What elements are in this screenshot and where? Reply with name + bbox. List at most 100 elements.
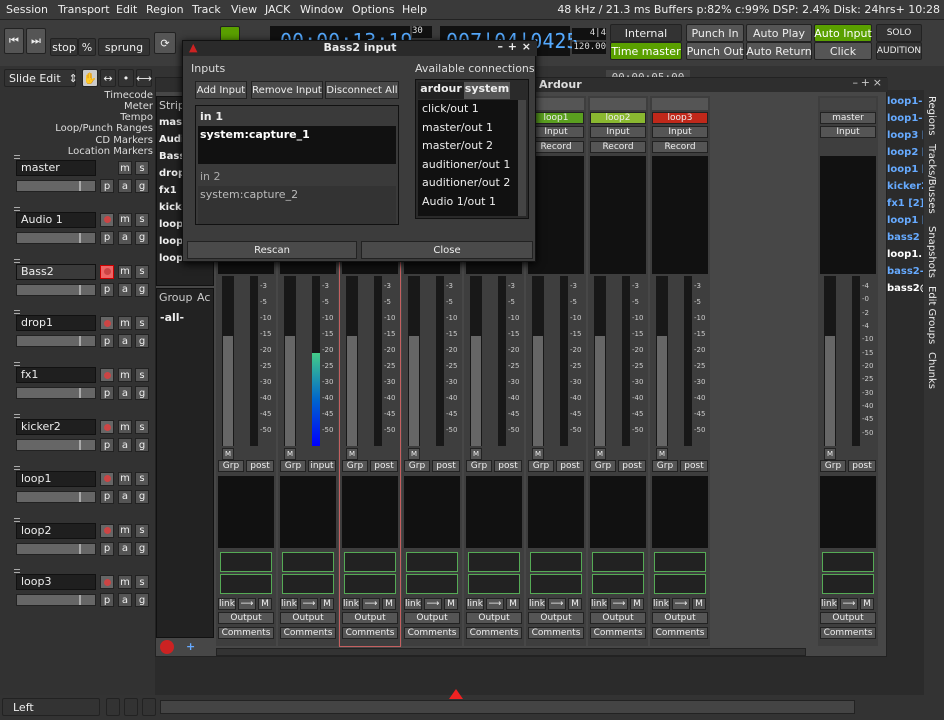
audition-indicator[interactable]: AUDITION [876, 42, 922, 60]
region-item[interactable]: bass2 [1] [887, 232, 923, 243]
zoom-button-3[interactable] [142, 698, 156, 716]
track-name[interactable]: kicker2 [16, 419, 96, 435]
maximize-icon[interactable]: + [861, 76, 870, 89]
record-enable-button[interactable] [100, 420, 114, 434]
automation-button[interactable]: a [118, 438, 132, 452]
strip-plugin-box[interactable] [820, 156, 876, 274]
strip-comments-button[interactable]: Comments [404, 627, 460, 639]
strip-meter-point-button[interactable]: post [556, 460, 584, 472]
resize-handle-icon[interactable] [14, 517, 20, 522]
strip-output-button[interactable]: Output [528, 612, 584, 624]
strip-comments-button[interactable]: Comments [590, 627, 646, 639]
auto-return-button[interactable]: Auto Return [746, 42, 812, 60]
pan-knob[interactable] [592, 552, 644, 572]
connection-item[interactable]: Audio 1/out 1 [418, 195, 514, 213]
meter-point-button[interactable]: M [408, 448, 420, 460]
solo-button[interactable]: s [135, 368, 149, 383]
solo-indicator[interactable]: SOLO [876, 24, 922, 42]
add-input-button[interactable]: Add Input [195, 81, 247, 99]
zoom-tool-button[interactable]: ⟷ [136, 69, 152, 87]
meter-point-button[interactable]: M [594, 448, 606, 460]
region-item[interactable]: fx1 [2] [887, 198, 923, 209]
region-item[interactable]: loop1 [2] [887, 164, 923, 175]
meter-point-button[interactable]: M [656, 448, 668, 460]
strip-comments-button[interactable]: Comments [466, 627, 522, 639]
pan-direction-icon[interactable]: ⟶ [548, 598, 566, 610]
track-gain-slider[interactable] [16, 490, 96, 503]
group-button[interactable]: g [135, 334, 149, 349]
track-name[interactable]: loop2 [16, 522, 96, 539]
strip-list-item[interactable]: loop [159, 253, 183, 264]
mute-button[interactable]: m [118, 575, 132, 590]
strip-output-button[interactable]: Output [466, 612, 522, 624]
strip-list-item[interactable]: loop [159, 219, 183, 230]
port-in2[interactable]: in 2 [200, 170, 221, 183]
remove-input-button[interactable]: Remove Input [251, 81, 323, 99]
track-header[interactable]: Audio 1 ms pag [14, 211, 150, 258]
solo-button[interactable]: s [135, 523, 149, 538]
record-enable-button[interactable] [100, 368, 114, 383]
sprung-button[interactable]: sprung [98, 38, 150, 56]
solo-button[interactable]: s [135, 264, 149, 279]
region-item[interactable]: loop1-L@ [887, 113, 923, 124]
strip-width-controls[interactable] [820, 98, 876, 110]
strip-output-button[interactable]: Output [342, 612, 398, 624]
track-gain-slider[interactable] [16, 180, 96, 192]
track-gain-slider[interactable] [16, 231, 96, 244]
port-in1-connection[interactable]: system:capture_1 [200, 128, 310, 141]
resize-handle-icon[interactable] [14, 569, 20, 574]
port-in1[interactable]: in 1 [200, 110, 223, 123]
playlist-button[interactable]: p [100, 541, 114, 556]
pan-direction-icon[interactable]: ⟶ [362, 598, 380, 610]
strip-group-button[interactable]: Grp [590, 460, 616, 472]
tab-edit-groups[interactable]: Edit Groups [926, 286, 937, 344]
menu-help[interactable]: Help [402, 3, 427, 16]
object-tool-button[interactable]: ✋ [82, 69, 98, 87]
region-item[interactable]: kicker2 [1 [887, 181, 923, 192]
pan-knob[interactable] [344, 574, 396, 594]
pan-knob[interactable] [654, 574, 706, 594]
track-header[interactable]: master m s p a g [14, 160, 150, 206]
pan-knob[interactable] [654, 552, 706, 572]
strip-group-button[interactable]: Grp [466, 460, 492, 472]
track-header[interactable]: Bass2 m s p a g [14, 263, 150, 310]
menu-window[interactable]: Window [300, 3, 343, 16]
track-header[interactable]: loop2 m s p a g [14, 522, 150, 569]
track-header[interactable]: kicker2 m s p a g [14, 419, 150, 465]
region-item[interactable]: loop1 [2] [887, 215, 923, 226]
strip-record-button[interactable]: Record [652, 141, 708, 153]
automation-button[interactable]: a [118, 593, 132, 608]
pan-link-button[interactable]: link [652, 598, 670, 610]
menu-view[interactable]: View [231, 3, 257, 16]
mixer-scrollbar[interactable] [216, 648, 806, 656]
region-item[interactable]: loop1-L-o [887, 96, 923, 107]
mute-button[interactable]: m [118, 264, 132, 279]
loop-button[interactable]: ⟳ [154, 32, 176, 54]
edit-point-select[interactable]: Left [2, 698, 100, 716]
strip-name-button[interactable]: loop2 [590, 112, 646, 124]
meter-point-button[interactable]: M [284, 448, 296, 460]
track-gain-slider[interactable] [16, 283, 96, 296]
resize-handle-icon[interactable] [14, 206, 20, 211]
menu-jack[interactable]: JACK [265, 3, 290, 16]
track-header[interactable]: loop3 m s p a g [14, 574, 150, 620]
pan-mode-button[interactable]: M [444, 598, 458, 610]
strip-meter-point-button[interactable]: post [848, 460, 876, 472]
goto-end-button[interactable]: ⏭ [26, 28, 46, 54]
group-button[interactable]: g [135, 593, 149, 608]
solo-button[interactable]: s [135, 316, 149, 331]
strip-comments-button[interactable]: Comments [528, 627, 584, 639]
mute-button[interactable]: m [118, 420, 132, 434]
record-enable-button[interactable] [100, 212, 114, 227]
strip-group-button[interactable]: Grp [528, 460, 554, 472]
track-name[interactable]: Audio 1 [16, 211, 96, 228]
region-item[interactable]: loop1.1@ [887, 249, 923, 260]
punch-in-button[interactable]: Punch In [686, 24, 744, 42]
track-gain-slider[interactable] [16, 439, 96, 451]
pan-mode-button[interactable]: M [568, 598, 582, 610]
strip-output-button[interactable]: Output [590, 612, 646, 624]
menu-track[interactable]: Track [192, 3, 221, 16]
resize-handle-icon[interactable] [14, 155, 20, 159]
range-tool-button[interactable]: ↔ [100, 69, 116, 87]
track-gain-slider[interactable] [16, 335, 96, 348]
